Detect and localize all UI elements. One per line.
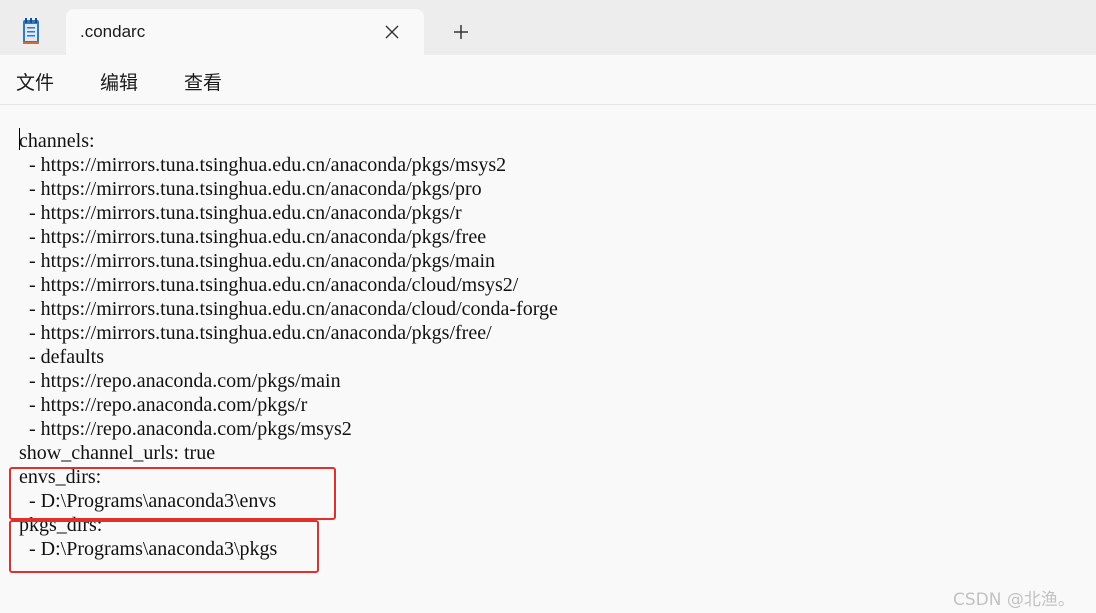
tab-title: .condarc — [80, 22, 146, 41]
editor-line: - https://mirrors.tuna.tsinghua.edu.cn/a… — [19, 274, 519, 296]
editor-line: - https://mirrors.tuna.tsinghua.edu.cn/a… — [19, 154, 507, 176]
editor-line: - https://repo.anaconda.com/pkgs/r — [19, 394, 308, 416]
menu-bar: 文件 编辑 查看 — [0, 55, 1096, 105]
menu-file[interactable]: 文件 — [16, 68, 54, 95]
title-bar: .condarc — [0, 0, 1096, 55]
notepad-icon — [23, 18, 39, 44]
editor-line: show_channel_urls: true — [19, 442, 216, 464]
editor-line: - https://mirrors.tuna.tsinghua.edu.cn/a… — [19, 322, 492, 344]
pkgs-dirs-highlight — [9, 520, 319, 573]
editor-line: channels: — [19, 130, 95, 152]
editor-line: - https://mirrors.tuna.tsinghua.edu.cn/a… — [19, 250, 496, 272]
editor-line: - defaults — [19, 346, 104, 368]
editor-line: - https://mirrors.tuna.tsinghua.edu.cn/a… — [19, 202, 462, 224]
tab-condarc[interactable]: .condarc — [66, 9, 424, 55]
watermark: CSDN @北渔。 — [953, 590, 1075, 610]
envs-dirs-highlight — [9, 467, 336, 520]
text-caret — [19, 128, 20, 150]
editor-line: - https://mirrors.tuna.tsinghua.edu.cn/a… — [19, 298, 558, 320]
close-icon[interactable] — [382, 22, 402, 42]
editor-line: - https://repo.anaconda.com/pkgs/main — [19, 370, 341, 392]
editor-line: - https://repo.anaconda.com/pkgs/msys2 — [19, 418, 352, 440]
plus-icon[interactable] — [449, 20, 473, 44]
editor-line: - https://mirrors.tuna.tsinghua.edu.cn/a… — [19, 178, 482, 200]
editor-line: - https://mirrors.tuna.tsinghua.edu.cn/a… — [19, 226, 487, 248]
menu-view[interactable]: 查看 — [184, 68, 222, 95]
menu-edit[interactable]: 编辑 — [100, 68, 138, 95]
